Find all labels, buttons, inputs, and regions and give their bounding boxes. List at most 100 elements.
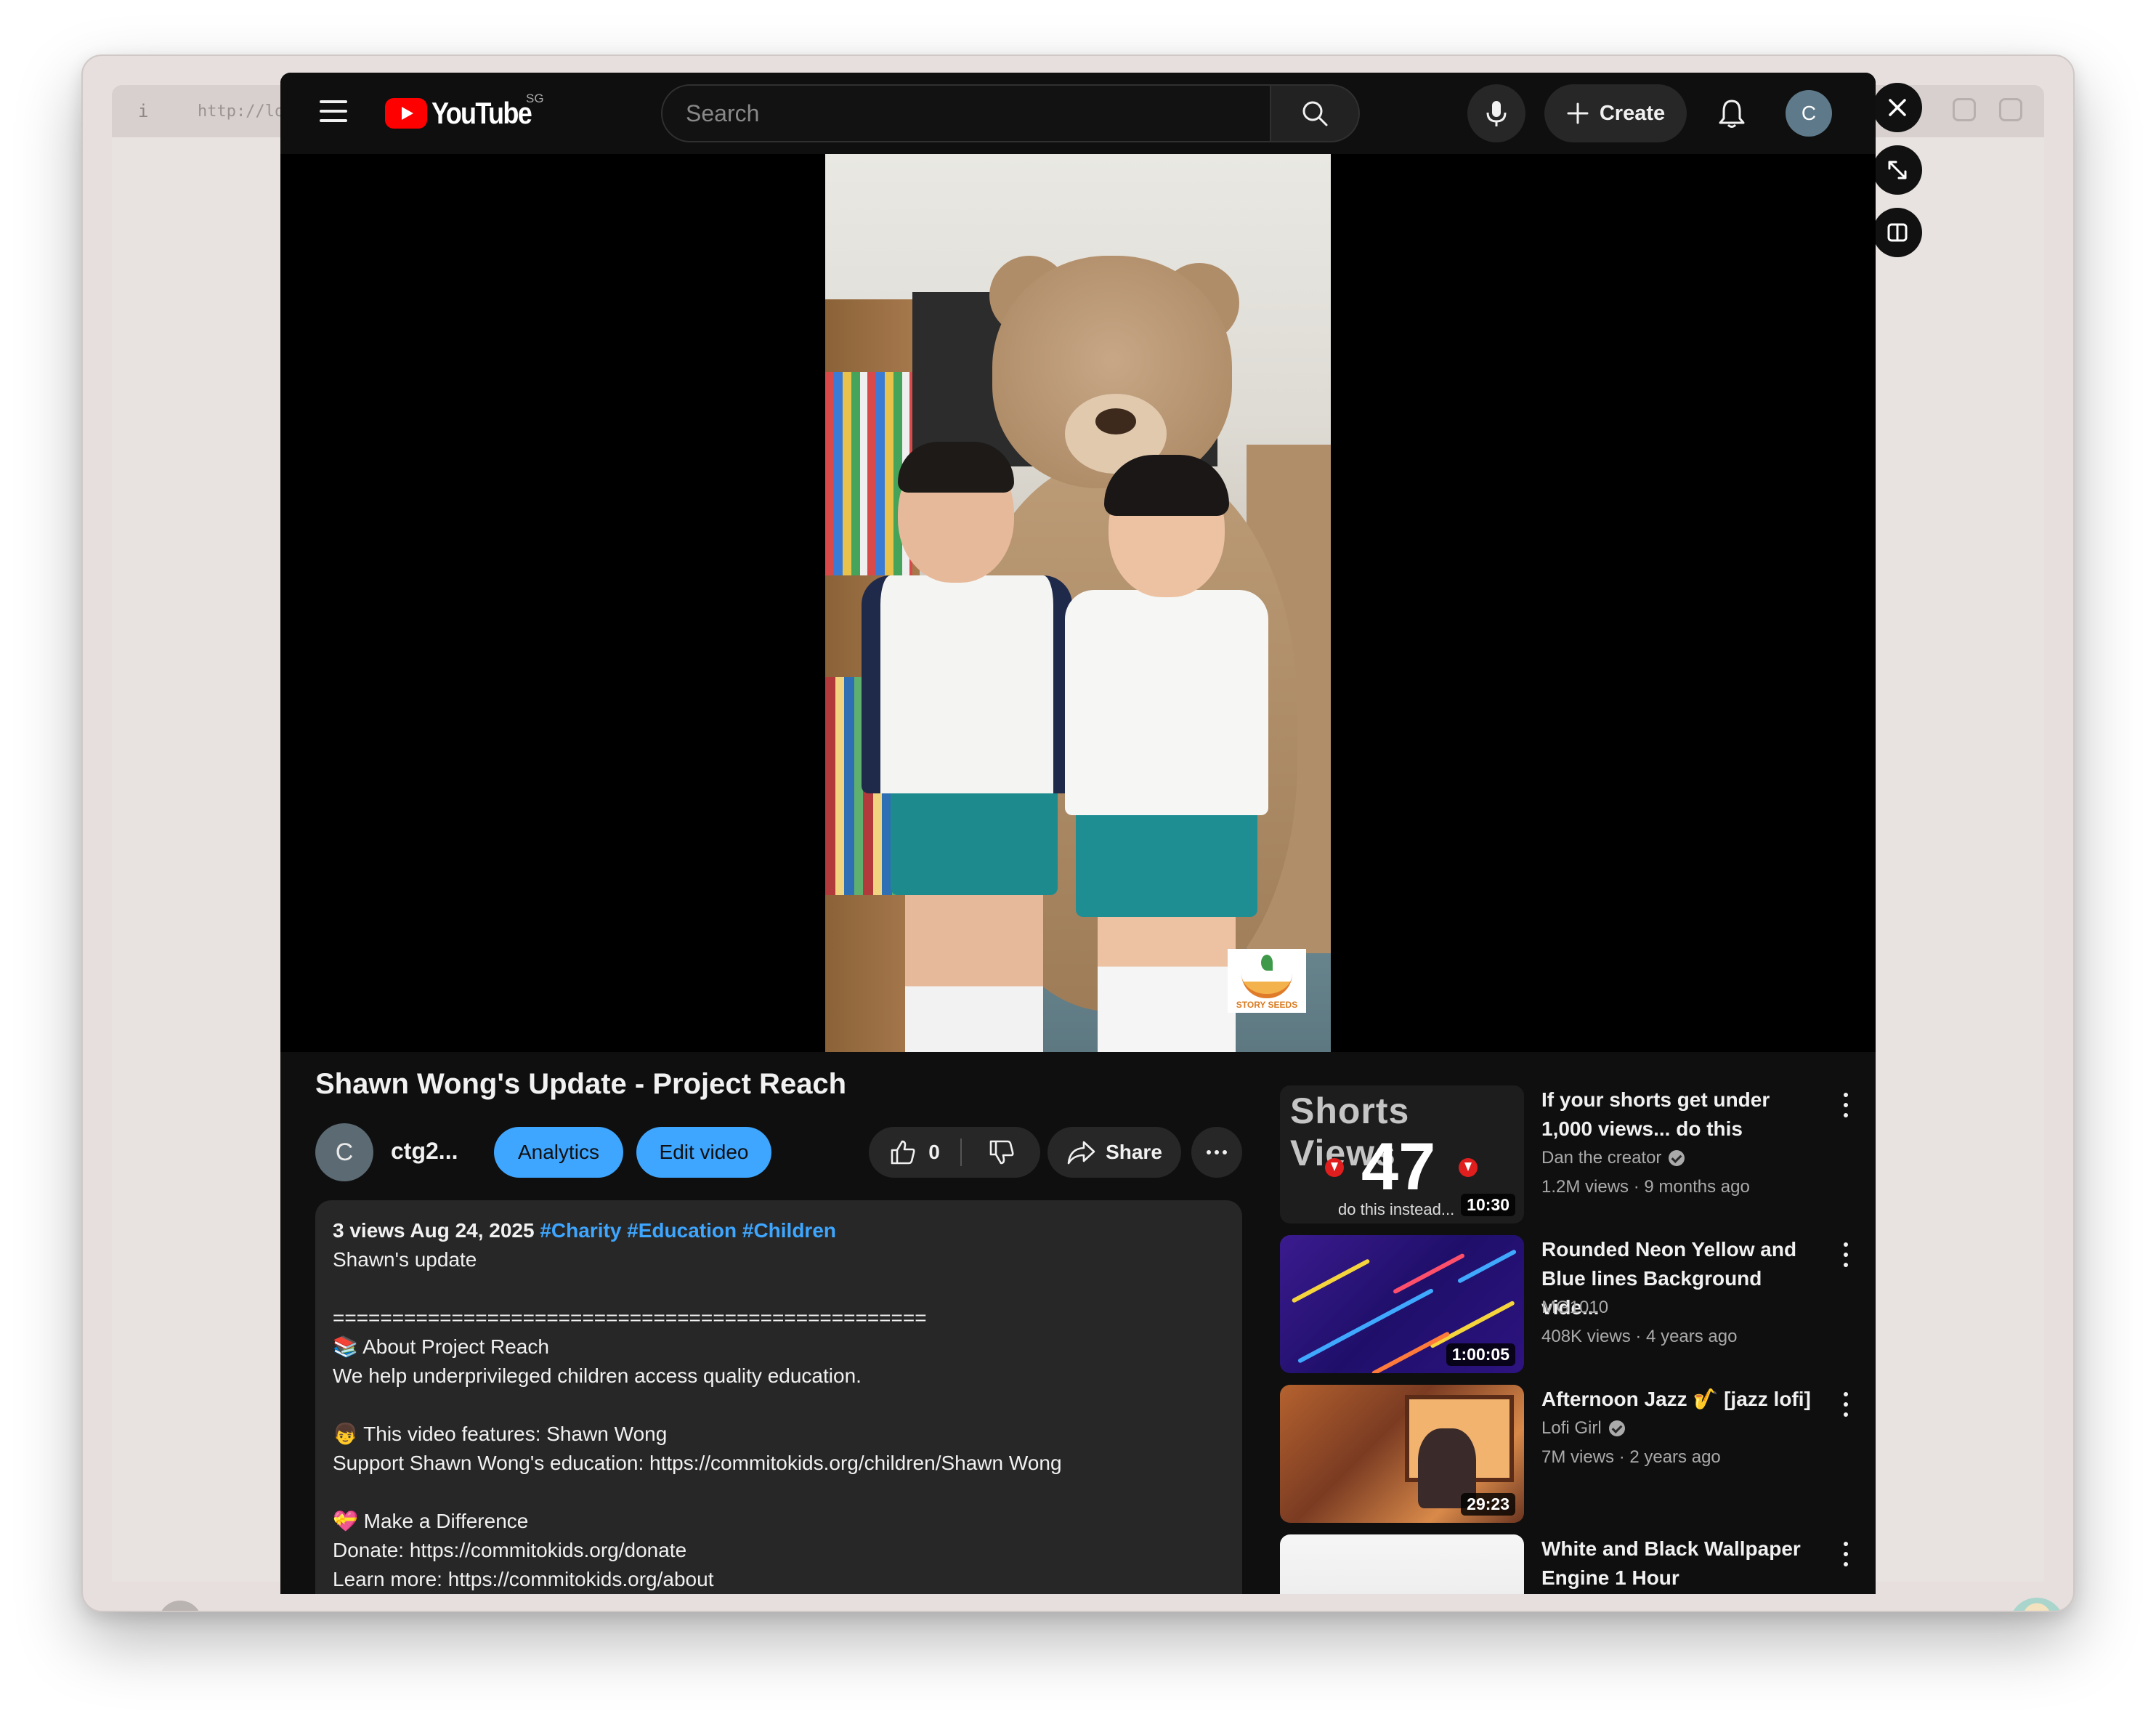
share-button[interactable]: Share [1047, 1127, 1181, 1178]
description-box[interactable]: 3 views Aug 24, 2025 #Charity #Education… [315, 1200, 1242, 1594]
recommendation-item[interactable]: White and Black Wallpaper Engine 1 Hour [1280, 1534, 1861, 1594]
dot [1207, 1150, 1211, 1154]
book-icon [1241, 974, 1292, 998]
kebab-menu-icon[interactable] [1844, 1093, 1849, 1117]
youtube-modal: YouTube SG Create C [280, 73, 1876, 1594]
search-box [661, 84, 1354, 142]
close-button[interactable] [1873, 83, 1922, 132]
thumbnail-subtext: do this instead... [1338, 1200, 1455, 1218]
browser-toolbar-icons [1953, 98, 2022, 121]
like-button[interactable]: 0 [869, 1127, 960, 1178]
hashtags[interactable]: #Charity #Education #Children [540, 1219, 836, 1242]
notifications-button[interactable] [1710, 92, 1754, 135]
rec-title[interactable]: If your shorts get under 1,000 views... … [1541, 1085, 1825, 1144]
video-player[interactable]: STORY SEEDS [280, 154, 1876, 1052]
description-line: 💝 Make a Difference [333, 1510, 529, 1532]
rec-channel[interactable]: Lofi Girl [1541, 1418, 1625, 1439]
rec-channel-name: Dan the creator [1541, 1148, 1662, 1168]
rec-title[interactable]: White and Black Wallpaper Engine 1 Hour [1541, 1534, 1825, 1593]
dot [1223, 1150, 1227, 1154]
top-bar: YouTube SG Create C [280, 73, 1876, 154]
youtube-play-icon [385, 98, 427, 129]
duration-badge: 1:00:05 [1446, 1343, 1515, 1366]
analytics-button[interactable]: Analytics [494, 1127, 623, 1178]
rec-channel[interactable]: MG1010 [1541, 1298, 1608, 1318]
kebab-menu-icon[interactable] [1844, 1542, 1849, 1566]
country-code: SG [526, 92, 544, 105]
expand-icon [1888, 161, 1907, 179]
close-icon [1889, 99, 1906, 116]
video-thumbnail[interactable] [1280, 1534, 1524, 1594]
plus-icon [1567, 102, 1589, 124]
video-thumbnail[interactable]: 29:23 [1280, 1385, 1524, 1523]
sidebar-icon[interactable] [1999, 98, 2022, 121]
rec-meta: 408K views · 4 years ago [1541, 1327, 1738, 1346]
recommendation-item[interactable]: 1:00:05 Rounded Neon Yellow and Blue lin… [1280, 1235, 1861, 1373]
split-view-icon [1887, 223, 1908, 242]
share-label: Share [1106, 1141, 1162, 1163]
mic-icon [1486, 101, 1507, 126]
search-input[interactable] [662, 86, 1353, 141]
bear-nose-graphic [1095, 408, 1136, 434]
expand-button[interactable] [1873, 145, 1922, 195]
sprout-icon [1261, 955, 1273, 971]
channel-avatar[interactable]: C [315, 1123, 373, 1181]
duration-badge: 29:23 [1461, 1493, 1515, 1516]
child-graphic [898, 442, 1014, 493]
share-arrow-icon [1067, 1141, 1095, 1165]
description-line: ========================================… [333, 1306, 927, 1329]
bell-icon [1719, 100, 1745, 128]
child-graphic [862, 575, 1072, 793]
youtube-logo[interactable]: YouTube [385, 96, 547, 131]
more-actions-button[interactable] [1191, 1127, 1242, 1178]
video-thumbnail[interactable]: 1:00:05 [1280, 1235, 1524, 1373]
edit-video-button[interactable]: Edit video [636, 1127, 771, 1178]
rec-meta: 1.2M views · 9 months ago [1541, 1177, 1750, 1197]
duration-badge: 10:30 [1461, 1194, 1515, 1216]
extension-icon[interactable] [1953, 98, 1976, 121]
watermark-text: STORY SEEDS [1236, 1000, 1298, 1010]
account-avatar[interactable]: C [1786, 90, 1832, 137]
video-title: Shawn Wong's Update - Project Reach [315, 1068, 847, 1100]
description-meta: 3 views Aug 24, 2025 #Charity #Education… [333, 1216, 1225, 1245]
voice-search-button[interactable] [1467, 84, 1525, 142]
description-line [333, 1391, 1225, 1420]
recommendation-item[interactable]: 29:23 Afternoon Jazz 🎷 [jazz lofi] Lofi … [1280, 1385, 1861, 1523]
description-line: Support Shawn Wong's education: https://… [333, 1452, 1062, 1474]
video-frame[interactable]: STORY SEEDS [825, 154, 1331, 1052]
search-button[interactable] [1270, 84, 1360, 142]
recommendation-item[interactable]: Shorts Views 47 do this instead... 10:30… [1280, 1085, 1861, 1223]
child-graphic [1098, 910, 1236, 1052]
thumbs-down-icon [989, 1140, 1014, 1165]
beach-avatar-icon[interactable] [2009, 1598, 2064, 1611]
thumbnail-number: 47 [1361, 1130, 1436, 1204]
corner-badge[interactable]: N [158, 1601, 202, 1611]
info-icon[interactable]: i [138, 101, 148, 121]
story-seeds-logo: STORY SEEDS [1228, 949, 1306, 1013]
hamburger-icon[interactable] [320, 100, 347, 122]
down-arrow-icon [1459, 1158, 1478, 1177]
description-line: Donate: https://commitokids.org/donate [333, 1539, 687, 1561]
channel-name[interactable]: ctg2... [391, 1138, 458, 1165]
description-line: Learn more: https://commitokids.org/abou… [333, 1568, 714, 1590]
like-dislike-bar: 0 [869, 1127, 1040, 1178]
video-thumbnail[interactable]: Shorts Views 47 do this instead... 10:30 [1280, 1085, 1524, 1223]
child-graphic [905, 888, 1043, 1052]
dislike-button[interactable] [963, 1127, 1040, 1178]
child-graphic [891, 786, 1058, 895]
rec-title[interactable]: Afternoon Jazz 🎷 [jazz lofi] [1541, 1385, 1825, 1414]
create-label: Create [1599, 101, 1666, 125]
verified-icon [1669, 1150, 1685, 1166]
search-icon [1302, 101, 1328, 126]
kebab-menu-icon[interactable] [1844, 1242, 1849, 1267]
create-button[interactable]: Create [1544, 84, 1687, 142]
rec-channel[interactable]: Dan the creator [1541, 1148, 1685, 1168]
like-divider [960, 1138, 962, 1166]
like-count: 0 [928, 1141, 940, 1163]
rec-channel-name: Lofi Girl [1541, 1418, 1602, 1438]
description-line: 👦 This video features: Shawn Wong [333, 1423, 668, 1445]
split-view-button[interactable] [1873, 208, 1922, 257]
dot [1215, 1150, 1219, 1154]
description-line [333, 1274, 1225, 1303]
kebab-menu-icon[interactable] [1844, 1392, 1849, 1417]
